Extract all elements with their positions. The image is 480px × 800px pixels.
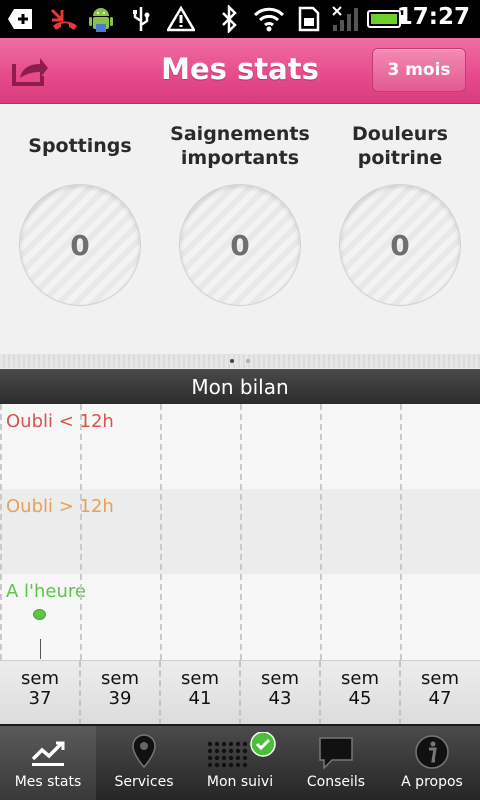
week-separator (239, 661, 241, 725)
chart-icon (0, 732, 96, 772)
tab-label: Mon suivi (206, 774, 274, 790)
on-time-marker (33, 609, 46, 620)
week-separator (79, 661, 81, 725)
week-label: sem 37 (21, 668, 59, 709)
app-screen: 17:27 Mes stats 3 mois Spottings 0 Saign… (0, 0, 480, 800)
stats-panel: Spottings 0 Saignements importants 0 Dou… (0, 104, 480, 354)
row-label: A l'heure (6, 581, 86, 602)
tab-label: A propos (401, 774, 463, 790)
stat-label: Douleurs poitrine (352, 123, 448, 169)
stat-label: Saignements importants (170, 123, 310, 169)
tab-services[interactable]: Services (96, 726, 192, 800)
stat-saignements: Saignements importants 0 (160, 104, 320, 354)
grid-line (80, 404, 82, 660)
wifi-icon (252, 5, 286, 33)
tab-label: Services (114, 774, 174, 790)
row-label: Oubli > 12h (6, 496, 114, 517)
page-dot-active (230, 359, 234, 363)
signal-icon (330, 5, 360, 33)
week-label: sem 45 (341, 668, 379, 709)
map-pin-icon (96, 732, 192, 772)
row-label: Oubli < 12h (6, 411, 114, 432)
status-bar: 17:27 (0, 0, 480, 38)
stat-value-circle: 0 (339, 184, 461, 306)
speech-bubble-icon (288, 732, 384, 772)
tab-mon-suivi[interactable]: Mon suivi (192, 726, 288, 800)
week-label: sem 47 (421, 668, 459, 709)
tab-label: Conseils (306, 774, 366, 790)
stat-label: Spottings (28, 135, 132, 157)
week-separator (159, 661, 161, 725)
week-label: sem 41 (181, 668, 219, 709)
grid-line (0, 404, 2, 660)
stat-douleurs: Douleurs poitrine 0 (320, 104, 480, 354)
section-title-bilan: Mon bilan (0, 369, 480, 404)
grid-line (320, 404, 322, 660)
week-label: sem 39 (101, 668, 139, 709)
tab-a-propos[interactable]: A propos (384, 726, 480, 800)
week-label: sem 43 (261, 668, 299, 709)
page-dot (246, 359, 250, 363)
period-button[interactable]: 3 mois (372, 48, 466, 92)
android-debug-icon (86, 5, 116, 33)
current-day-tick (40, 639, 41, 659)
tab-label: Mes stats (14, 774, 82, 790)
bluetooth-icon (218, 5, 240, 33)
tab-conseils[interactable]: Conseils (288, 726, 384, 800)
page-indicator (0, 354, 480, 368)
pill-grid-icon (192, 732, 288, 772)
week-separator (319, 661, 321, 725)
missed-call-icon (48, 5, 82, 33)
notification-plus-icon (6, 5, 36, 33)
warning-icon (166, 5, 196, 33)
tab-mes-stats[interactable]: Mes stats (0, 726, 96, 800)
info-icon (384, 732, 480, 772)
usb-icon (128, 5, 154, 33)
week-axis: sem 37 sem 39 sem 41 sem 43 sem 45 sem 47 (0, 660, 480, 725)
app-header: Mes stats 3 mois (0, 38, 480, 104)
stat-value-circle: 0 (179, 184, 301, 306)
grid-line (160, 404, 162, 660)
stat-spottings: Spottings 0 (0, 104, 160, 354)
stat-value-circle: 0 (19, 184, 141, 306)
week-separator (399, 661, 401, 725)
clock: 17:27 (396, 4, 470, 30)
bilan-chart: Oubli < 12h Oubli > 12h A l'heure sem 37 … (0, 404, 480, 725)
bottom-tab-bar: Mes stats Services Mon suivi Conseils A … (0, 724, 480, 800)
grid-line (400, 404, 402, 660)
grid-line (240, 404, 242, 660)
sim-card-icon (296, 5, 322, 33)
